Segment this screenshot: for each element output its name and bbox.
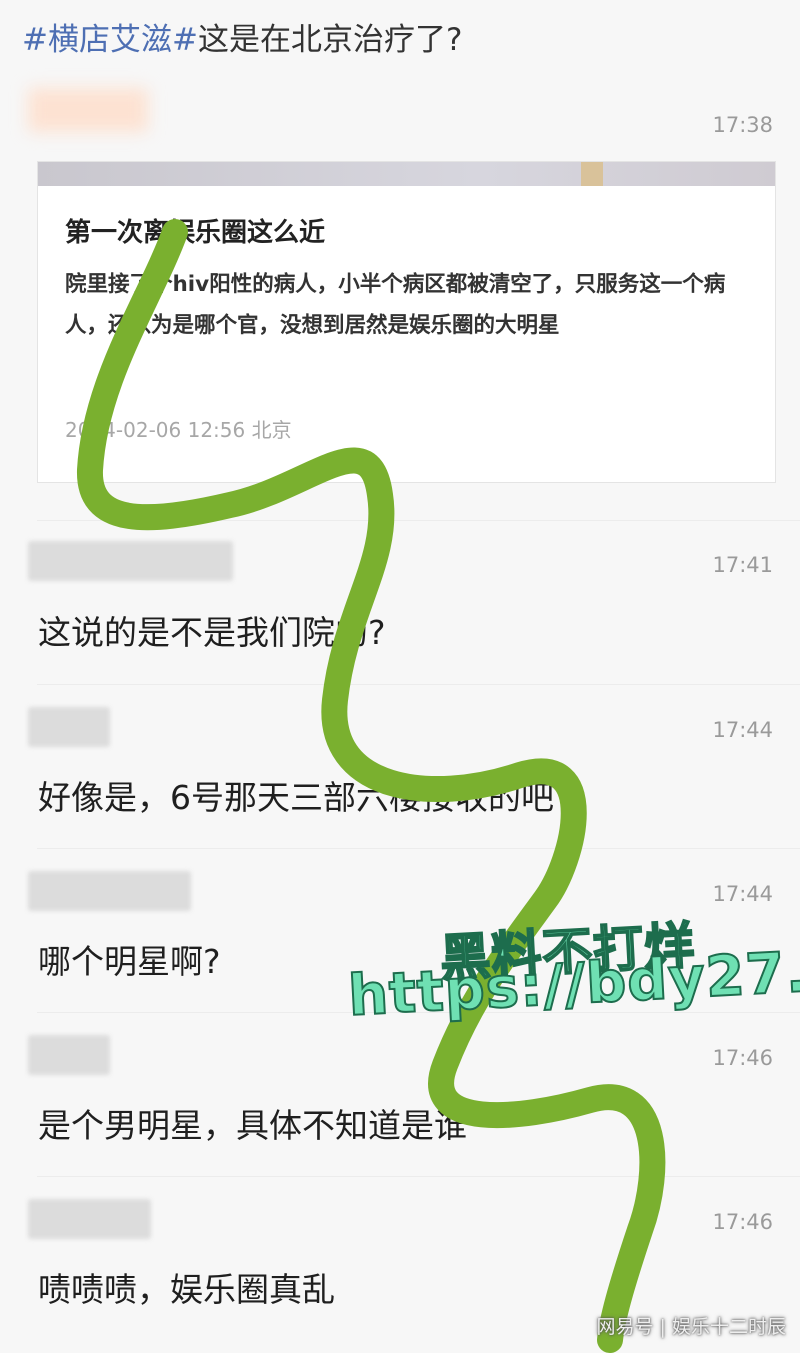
card-date: 2024-02-06 12:56 北京 <box>65 418 292 442</box>
reply-timestamp: 17:41 <box>712 553 773 577</box>
blurred-avatar <box>28 88 148 132</box>
reply-timestamp: 17:46 <box>712 1210 773 1234</box>
reply-message: 哪个明星啊? <box>38 942 221 981</box>
blurred-username <box>28 1035 110 1075</box>
reply-message: 好像是，6号那天三部六楼接收的吧 <box>38 778 554 817</box>
divider <box>37 1176 800 1177</box>
source-watermark: 网易号 | 娱乐十二时辰 <box>596 1316 786 1338</box>
post-timestamp: 17:38 <box>712 113 773 137</box>
card-body: 院里接了个hiv阳性的病人，小半个病区都被清空了，只服务这一个病人，还以为是哪个… <box>65 272 726 338</box>
reply-timestamp: 17:44 <box>712 718 773 742</box>
reply-message: 是个男明星，具体不知道是谁 <box>38 1106 467 1145</box>
blurred-username <box>28 707 110 747</box>
reply-timestamp: 17:44 <box>712 882 773 906</box>
blurred-username <box>28 1199 151 1239</box>
reply-message: 这说的是不是我们院的? <box>38 613 386 652</box>
blurred-username <box>28 541 233 581</box>
post-header: #横店艾滋#这是在北京治疗了? <box>22 14 462 59</box>
reply-timestamp: 17:46 <box>712 1046 773 1070</box>
card-title: 第一次离娱乐圈这么近 <box>65 218 326 248</box>
card-banner-image <box>38 162 775 186</box>
divider <box>37 520 800 521</box>
reply-message: 啧啧啧，娱乐圈真乱 <box>38 1270 335 1309</box>
quoted-post-card[interactable]: 第一次离娱乐圈这么近 院里接了个hiv阳性的病人，小半个病区都被清空了，只服务这… <box>37 161 776 483</box>
header-text: 这是在北京治疗了? <box>197 22 463 58</box>
hashtag-link[interactable]: #横店艾滋# <box>22 22 198 58</box>
divider <box>37 848 800 849</box>
divider <box>37 684 800 685</box>
blurred-username <box>28 871 191 911</box>
